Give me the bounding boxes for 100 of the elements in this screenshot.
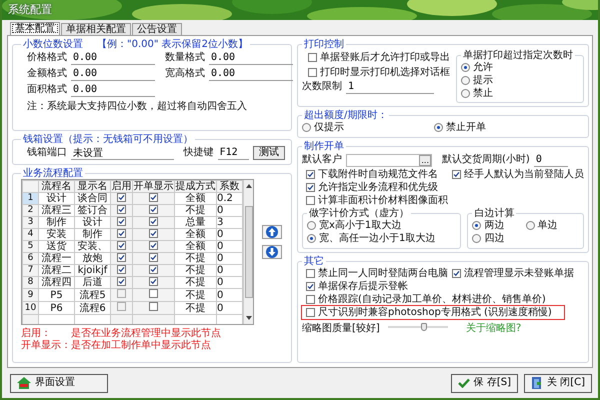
input-field[interactable]: 0.00 xyxy=(209,67,293,81)
row-number[interactable]: 1 xyxy=(22,192,38,204)
row-number[interactable]: 6 xyxy=(22,252,38,264)
table-cell: 送货 xyxy=(38,240,74,252)
field-label: 钱箱端口 xyxy=(27,147,67,159)
table-cell: 流程一 xyxy=(38,252,74,264)
column-header: 提成方式 xyxy=(174,180,216,192)
input-field[interactable]: F12 xyxy=(218,146,249,160)
input-field[interactable]: 0 xyxy=(534,153,568,167)
note-label: 开单显示： xyxy=(21,340,71,352)
row-number[interactable]: 5 xyxy=(22,240,38,252)
radio-label: 宽、高任一边小于1取大边 xyxy=(319,232,436,244)
input-field[interactable]: 1 xyxy=(346,80,434,94)
tab[interactable]: 单据相关配置 xyxy=(61,23,131,35)
tab[interactable]: 基本配置 xyxy=(10,22,60,35)
input-field[interactable]: 0.00 xyxy=(209,51,293,65)
tab[interactable]: 公告设置 xyxy=(132,23,182,35)
table-cell: 不提 xyxy=(174,204,216,216)
radio-label: 仅提示 xyxy=(314,122,344,134)
checkbox-label: 打印时显示打印机选择对话框 xyxy=(320,66,450,78)
table-cell: P5 xyxy=(38,288,74,302)
table-cell: 不提 xyxy=(174,264,216,276)
radio-label: 单边 xyxy=(538,220,558,232)
group-title: 超出额度/期限时： xyxy=(304,110,388,121)
window-title: 系统配置 xyxy=(7,2,52,18)
table-cell: 总量 xyxy=(174,216,216,228)
browse-button[interactable]: ... xyxy=(419,154,431,166)
save-button[interactable]: 保 存[S] xyxy=(450,374,518,392)
table-cell: 全额 xyxy=(174,192,216,204)
checkbox-label: 流程管理显示未登账单据 xyxy=(464,268,574,280)
radio-label: 允许 xyxy=(473,62,493,74)
table-cell: 安装 xyxy=(38,228,74,240)
group-title: 其它 xyxy=(304,256,324,267)
column-header: 启用 xyxy=(110,180,132,192)
row-number[interactable]: 3 xyxy=(22,216,38,228)
table-cell: 不提 xyxy=(174,288,216,302)
checkbox-label: 计算非面积计价材料图像面积 xyxy=(318,194,448,206)
note-label: 启用： xyxy=(21,328,52,340)
row-number[interactable]: 9 xyxy=(22,288,38,302)
column-header: 显示名 xyxy=(74,180,110,192)
row-number[interactable]: 2 xyxy=(22,204,38,216)
checkbox-label: 单据保存后提示登帐 xyxy=(318,280,408,292)
input-field[interactable]: ... xyxy=(346,154,432,166)
radio-label: 禁止开单 xyxy=(446,122,486,134)
field-label: 面积格式 xyxy=(27,84,67,96)
column-header: 开单显示 xyxy=(132,180,174,192)
input-field[interactable]: 0.00 xyxy=(71,67,155,81)
table-cell: P6 xyxy=(38,302,74,314)
radio-label: 提示 xyxy=(473,74,493,86)
row-number[interactable]: 8 xyxy=(22,276,38,288)
input-field[interactable]: 0.00 xyxy=(71,51,155,65)
checkbox-label: 允许指定业务流程和优先级 xyxy=(318,182,438,194)
close-button[interactable]: 关 闭[C] xyxy=(524,374,592,392)
table-cell: 不提 xyxy=(174,252,216,264)
radio-label: 禁止 xyxy=(473,88,493,100)
checkbox-label: 下载附件时自动规范文件名 xyxy=(318,168,438,180)
column-header: 系数 xyxy=(216,180,242,192)
field-label: 价格格式 xyxy=(27,52,67,64)
note-text: 是否在业务流程管理中显示此节点 xyxy=(71,328,221,340)
slider-label: 缩略图质量[较好] xyxy=(302,323,380,335)
row-number[interactable]: 7 xyxy=(22,264,38,276)
ui-settings-button[interactable]: 界面设置 xyxy=(10,374,108,392)
note-text: 注：系统最大支持四位小数，超过将自动四舍五入 xyxy=(27,101,247,113)
table-cell: 不提 xyxy=(174,302,216,314)
radio-label: 宽x高小于1取大边 xyxy=(319,220,402,232)
radio-label: 四边 xyxy=(484,232,504,244)
field-label: 快捷键 xyxy=(184,147,214,159)
field-label: 默认交货周期(小时) xyxy=(442,154,530,166)
group-title: 小数位数设置 xyxy=(23,39,83,50)
table-cell: 不提 xyxy=(174,276,216,288)
row-number[interactable]: 10 xyxy=(22,302,38,314)
table-cell: 制作 xyxy=(38,216,74,228)
field-label: 数量格式 xyxy=(165,52,205,64)
input-field[interactable]: 未设置 xyxy=(71,146,174,160)
table-cell: 全额 xyxy=(174,228,216,240)
checkbox-label: 禁止同一人同时登陆两台电脑 xyxy=(318,268,448,280)
table-cell: 流程二 xyxy=(38,264,74,276)
row-number[interactable]: 4 xyxy=(22,228,38,240)
checkbox-label: 尺寸识别时兼容photoshop专用格式 (识别速度稍慢) xyxy=(318,306,552,318)
group-title: 单据打印超过指定次数时 xyxy=(463,50,573,61)
group-title: 业务流程配置 xyxy=(23,168,83,179)
field-label: 次数限制 xyxy=(302,81,342,93)
column-header: 流程名 xyxy=(38,180,74,192)
table-cell: 全额 xyxy=(174,240,216,252)
field-label: 宽高格式 xyxy=(165,68,205,80)
group-title: 打印控制 xyxy=(304,39,344,50)
note-text: 是否在加工制作单中显示此节点 xyxy=(71,340,212,352)
input-field[interactable]: 0.00 xyxy=(71,83,155,97)
table-cell: 流程四 xyxy=(38,276,74,288)
field-label: 金额格式 xyxy=(27,68,67,80)
table-cell: 流程三 xyxy=(38,204,74,216)
help-link[interactable]: 关于缩略图? xyxy=(466,323,522,335)
checkbox-label: 经手人默认为当前登陆人员 xyxy=(464,168,584,180)
field-label: 默认客户 xyxy=(302,154,342,166)
table-cell: 设计 xyxy=(38,192,74,204)
group-title: 白边计算 xyxy=(474,208,514,219)
checkbox-label: 单据登账后才允许打印或导出 xyxy=(320,52,450,64)
group-title: 做字计价方式（虚方） xyxy=(309,208,409,219)
test-button[interactable]: 测试 xyxy=(253,146,285,160)
group-hint: 【例："0.00" 表示保留2位小数】 xyxy=(97,39,248,50)
